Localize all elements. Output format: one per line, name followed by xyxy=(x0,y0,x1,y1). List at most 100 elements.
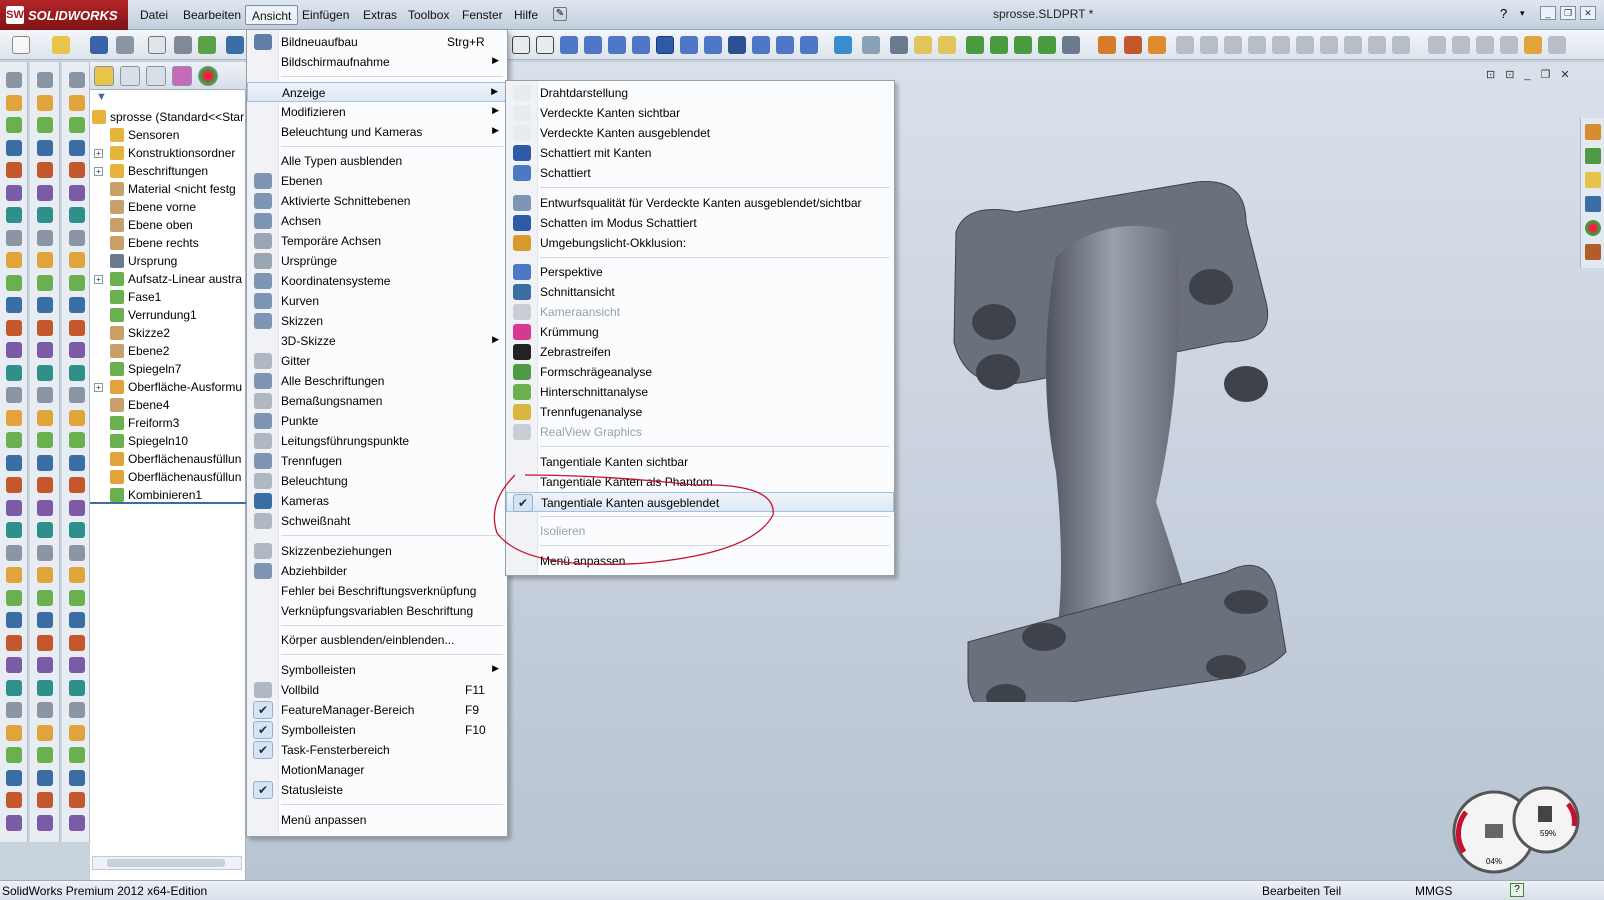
command-icon[interactable] xyxy=(37,94,53,111)
tree-item[interactable]: + Beschriftungen xyxy=(90,162,246,180)
tree-item[interactable]: Ursprung xyxy=(90,252,246,270)
menu-toolbox[interactable]: Toolbox xyxy=(402,5,455,25)
view-menu-item[interactable]: 3D-Skizze ▶ xyxy=(247,331,507,351)
close-window-button[interactable]: ✕ xyxy=(1580,6,1596,20)
tree-item[interactable]: Kombinieren1 xyxy=(90,486,246,504)
tree-item[interactable]: Ebene oben xyxy=(90,216,246,234)
display-menu-item[interactable]: Trennfugenanalyse xyxy=(506,402,894,422)
view-menu-item[interactable]: Ebenen xyxy=(247,171,507,191)
display-menu-item[interactable]: Krümmung xyxy=(506,322,894,342)
wireframe-view-icon[interactable] xyxy=(512,36,530,54)
display-menu-item[interactable]: Verdeckte Kanten sichtbar xyxy=(506,103,894,123)
command-icon[interactable] xyxy=(37,364,53,381)
view-menu-item[interactable]: Anzeige ▶ xyxy=(247,81,507,102)
command-icon[interactable] xyxy=(37,409,53,426)
rebuild-icon[interactable] xyxy=(198,36,216,54)
undo-icon[interactable] xyxy=(226,36,244,54)
command-icon[interactable] xyxy=(37,747,53,763)
feature-revolve-icon[interactable] xyxy=(1124,36,1142,54)
redraw-icon[interactable] xyxy=(834,36,852,54)
command-icon[interactable] xyxy=(37,229,53,246)
command-icon[interactable] xyxy=(37,522,53,538)
view-menu-item[interactable]: Körper ausblenden/einblenden... xyxy=(247,630,507,650)
annotations-visibility-icon[interactable] xyxy=(1014,36,1032,54)
menu-einfuegen[interactable]: Einfügen xyxy=(296,5,355,25)
design-library-icon[interactable] xyxy=(1585,148,1601,164)
display-menu-item[interactable]: Drahtdarstellung xyxy=(506,83,894,103)
command-icon[interactable] xyxy=(6,702,22,718)
lights-visibility-icon[interactable] xyxy=(1062,36,1080,54)
display-menu-item[interactable]: Schatten im Modus Schattiert xyxy=(506,213,894,233)
view-menu-item[interactable]: Beleuchtung und Kameras ▶ xyxy=(247,122,507,142)
tree-item[interactable]: Ebene2 xyxy=(90,342,246,360)
view-menu-item[interactable]: Alle Beschriftungen xyxy=(247,371,507,391)
tree-item[interactable]: Ebene vorne xyxy=(90,198,246,216)
view-menu-item[interactable]: ✔ Statusleiste xyxy=(247,780,507,800)
display-menu-item[interactable]: Hinterschnittanalyse xyxy=(506,382,894,402)
command-icon[interactable] xyxy=(69,252,85,268)
view-menu-item[interactable]: MotionManager xyxy=(247,760,507,780)
command-icon[interactable] xyxy=(6,117,22,133)
command-icon[interactable] xyxy=(37,319,53,336)
command-icon[interactable] xyxy=(69,567,85,583)
display-menu-item[interactable]: Perspektive xyxy=(506,262,894,282)
display-menu-item[interactable]: Schnittansicht xyxy=(506,282,894,302)
command-icon[interactable] xyxy=(69,724,85,741)
mold-tool-14-icon[interactable] xyxy=(1500,36,1518,54)
command-icon[interactable] xyxy=(37,252,53,268)
command-icon[interactable] xyxy=(37,612,53,628)
command-icon[interactable] xyxy=(69,702,85,718)
command-icon[interactable] xyxy=(69,634,85,651)
command-icon[interactable] xyxy=(37,432,53,448)
curves-visibility-icon[interactable] xyxy=(990,36,1008,54)
view-menu-item[interactable]: Schweißnaht xyxy=(247,511,507,531)
view-menu-item[interactable]: ✔ Task-Fensterbereich xyxy=(247,740,507,760)
expand-icon[interactable]: + xyxy=(94,149,103,158)
view-menu-item[interactable]: Symbolleisten ▶ xyxy=(247,660,507,680)
command-icon[interactable] xyxy=(69,342,85,358)
mold-tool-7-icon[interactable] xyxy=(1320,36,1338,54)
command-icon[interactable] xyxy=(6,207,22,223)
points-visibility-icon[interactable] xyxy=(1038,36,1056,54)
command-icon[interactable] xyxy=(6,297,22,313)
command-icon[interactable] xyxy=(69,477,85,493)
tree-item[interactable]: + Konstruktionsordner xyxy=(90,144,246,162)
menu-datei[interactable]: Datei xyxy=(134,5,174,25)
command-icon[interactable] xyxy=(37,454,53,471)
command-icon[interactable] xyxy=(6,724,22,741)
pan-icon[interactable] xyxy=(776,36,794,54)
command-icon[interactable] xyxy=(37,499,53,516)
command-icon[interactable] xyxy=(6,184,22,201)
perspective-icon[interactable] xyxy=(704,36,722,54)
menu-ansicht[interactable]: Ansicht xyxy=(245,5,299,25)
tree-item[interactable]: Ebene rechts xyxy=(90,234,246,252)
command-icon[interactable] xyxy=(6,522,22,538)
print-preview-icon[interactable] xyxy=(148,36,166,54)
command-icon[interactable] xyxy=(37,657,53,673)
print-icon[interactable] xyxy=(116,36,134,54)
new-document-icon[interactable] xyxy=(12,36,30,54)
help-icon[interactable]: ? xyxy=(1500,6,1507,21)
mold-tool-4-icon[interactable] xyxy=(1248,36,1266,54)
planes-visibility-icon[interactable] xyxy=(914,36,932,54)
view-menu-item[interactable]: Modifizieren ▶ xyxy=(247,102,507,122)
view-menu-item[interactable]: Kameras xyxy=(247,491,507,511)
minimize-window-button[interactable]: _ xyxy=(1540,6,1556,20)
command-icon[interactable] xyxy=(37,274,53,291)
view-menu-item[interactable]: ✔ Symbolleisten F10 xyxy=(247,720,507,740)
tree-item[interactable]: Material <nicht festg xyxy=(90,180,246,198)
mold-tool-3-icon[interactable] xyxy=(1224,36,1242,54)
command-icon[interactable] xyxy=(6,319,22,336)
restore-window-button[interactable]: ❐ xyxy=(1560,6,1576,20)
save-icon[interactable] xyxy=(90,36,108,54)
view-menu-item[interactable]: Achsen xyxy=(247,211,507,231)
view-menu-item[interactable]: Koordinatensysteme xyxy=(247,271,507,291)
mold-tool-5-icon[interactable] xyxy=(1272,36,1290,54)
custom-properties-icon[interactable] xyxy=(1585,244,1601,260)
command-icon[interactable] xyxy=(69,117,85,133)
command-icon[interactable] xyxy=(69,612,85,628)
view-menu-item[interactable]: Kurven xyxy=(247,291,507,311)
command-icon[interactable] xyxy=(6,229,22,246)
rotate-view-icon[interactable] xyxy=(800,36,818,54)
command-icon[interactable] xyxy=(69,297,85,313)
